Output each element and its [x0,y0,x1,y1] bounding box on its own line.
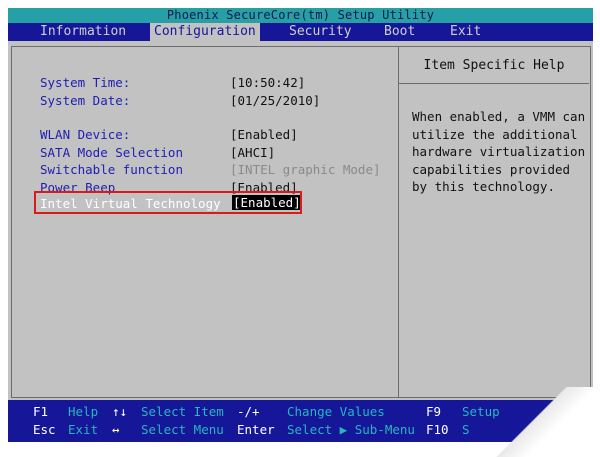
panel-divider [398,46,399,398]
menu-bar: Information Configuration Security Boot … [8,23,593,41]
tab-security[interactable]: Security [285,23,356,41]
highlight-box [34,191,302,214]
wlan-device-label[interactable]: WLAN Device: [40,127,130,142]
help-line: When enabled, a VMM can [412,109,586,124]
key-esc: Esc [33,422,56,437]
help-line: utilize the additional [412,126,578,142]
system-date-label[interactable]: System Date: [40,93,130,108]
help-text: When enabled, a VMM can utilize the addi… [412,108,590,196]
system-time-label[interactable]: System Time: [40,75,130,90]
tab-exit[interactable]: Exit [446,23,485,41]
key-f10-desc: S [462,422,470,437]
tab-configuration[interactable]: Configuration [150,23,260,41]
system-date-value[interactable]: [01/25/2010] [230,93,320,108]
help-line: by this technology. [412,179,555,194]
key-f9: F9 [426,404,442,419]
key-minusplus: -/+ [237,404,260,419]
switchable-function-value: [INTEL graphic Mode] [230,162,381,177]
key-updown-desc: Select Item [141,404,224,419]
key-esc-desc: Exit [68,422,99,437]
help-line: capabilities provided [412,161,571,177]
sata-mode-value[interactable]: [AHCI] [230,145,275,160]
key-leftright-desc: Select Menu [141,422,224,437]
bios-screen: Phoenix SecureCore(tm) Setup Utility Inf… [8,8,593,442]
key-minusplus-desc: Change Values [287,404,385,419]
key-leftright: ↔ [112,422,120,437]
help-divider [399,83,589,84]
help-line: hardware virtualization [412,144,586,159]
system-time-value[interactable]: [10:50:42] [230,75,305,90]
key-f10: F10 [426,422,449,437]
key-f1: F1 [33,404,49,419]
wlan-device-value[interactable]: [Enabled] [230,127,298,142]
key-enter-desc: Select ▶ Sub-Menu [287,422,415,437]
key-updown: ↑↓ [112,404,128,419]
help-title: Item Specific Help [423,58,565,73]
key-enter: Enter [237,422,275,437]
sata-mode-label[interactable]: SATA Mode Selection [40,145,183,160]
switchable-function-label[interactable]: Switchable function [40,162,183,177]
bios-title: Phoenix SecureCore(tm) Setup Utility [8,8,593,23]
tab-information[interactable]: Information [36,23,130,41]
page-curl-decoration [480,387,600,457]
key-f1-desc: Help [68,404,99,419]
tab-boot[interactable]: Boot [380,23,419,41]
